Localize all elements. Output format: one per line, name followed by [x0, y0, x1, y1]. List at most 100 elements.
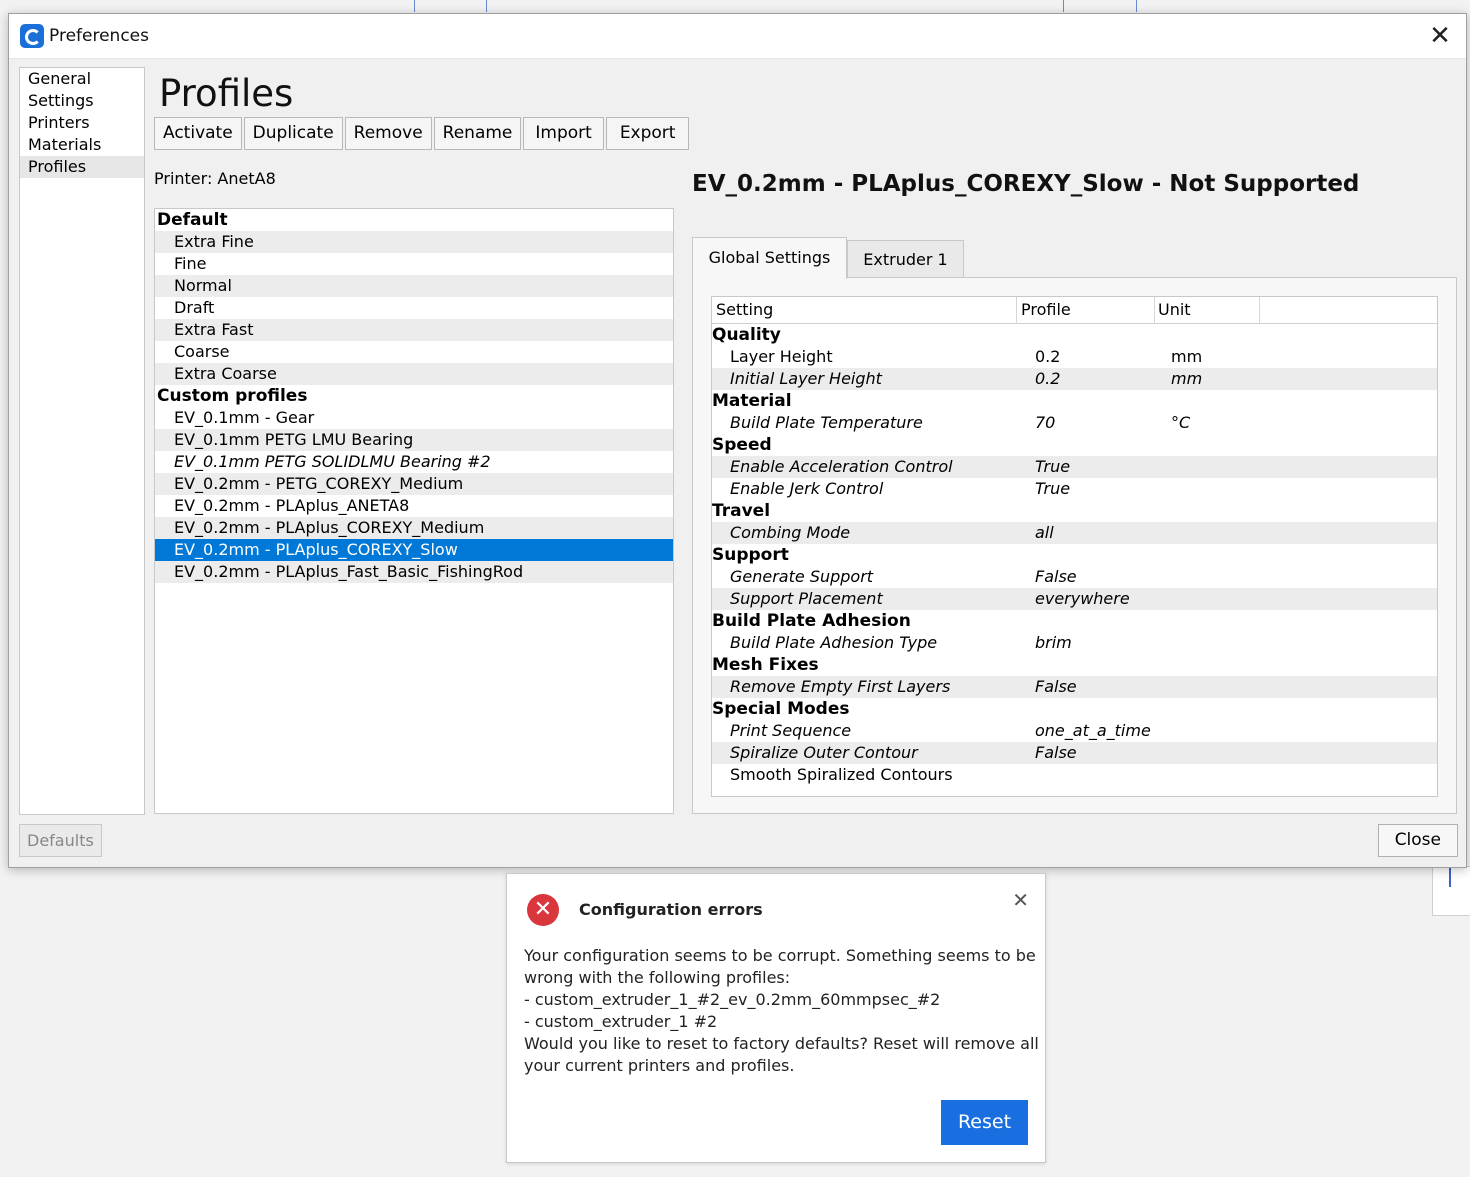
settings-category: Support — [712, 545, 789, 565]
background-window-edge — [1063, 0, 1064, 12]
tab-global-settings[interactable]: Global Settings — [692, 237, 847, 279]
settings-row: Remove Empty First Layers False — [712, 676, 1437, 698]
nav-item-materials[interactable]: Materials — [20, 134, 144, 156]
profile-item[interactable]: EV_0.1mm PETG SOLIDLMU Bearing #2 — [155, 451, 673, 473]
import-button[interactable]: Import — [523, 117, 604, 150]
profile-item[interactable]: EV_0.2mm - PLAplus_ANETA8 — [155, 495, 673, 517]
profile-item[interactable]: EV_0.1mm - Gear — [155, 407, 673, 429]
remove-button[interactable]: Remove — [344, 117, 432, 150]
background-window-fragment — [1432, 866, 1470, 916]
defaults-button[interactable]: Defaults — [19, 824, 102, 857]
setting-value: False — [1035, 677, 1077, 696]
preferences-window: Preferences ✕ General Settings Printers … — [8, 13, 1467, 868]
profile-item[interactable]: Extra Coarse — [155, 363, 673, 385]
message-line: - custom_extruder_1_#2_ev_0.2mm_60mmpsec… — [524, 990, 941, 1009]
settings-row: Print Sequence one_at_a_time — [712, 720, 1437, 742]
setting-value: True — [1035, 457, 1071, 476]
profile-group-default: Default — [157, 210, 228, 230]
setting-name: Print Sequence — [730, 721, 852, 740]
column-header-setting[interactable]: Setting — [712, 297, 1017, 323]
dialog-message: Your configuration seems to be corrupt. … — [524, 945, 1039, 1077]
close-icon[interactable]: ✕ — [1426, 22, 1454, 50]
settings-row: Smooth Spiralized Contours — [712, 764, 1437, 786]
profile-item[interactable]: Fine — [155, 253, 673, 275]
setting-value: False — [1035, 743, 1077, 762]
setting-name: Build Plate Adhesion Type — [730, 633, 938, 652]
cura-app-icon — [20, 24, 44, 48]
setting-name: Enable Jerk Control — [730, 479, 884, 498]
close-button[interactable]: Close — [1377, 824, 1458, 857]
settings-category: Special Modes — [712, 699, 850, 719]
export-button[interactable]: Export — [605, 117, 690, 150]
settings-row: Build Plate Temperature 70 °C — [712, 412, 1437, 434]
activate-button[interactable]: Activate — [154, 117, 242, 150]
setting-name: Enable Acceleration Control — [730, 457, 953, 476]
setting-value: one_at_a_time — [1035, 721, 1151, 740]
settings-row: Initial Layer Height 0.2 mm — [712, 368, 1437, 390]
profile-item[interactable]: Coarse — [155, 341, 673, 363]
table-header: Setting Profile Unit — [712, 297, 1437, 324]
background-window-edge — [486, 0, 487, 12]
message-line: wrong with the following profiles: — [524, 968, 791, 987]
setting-name: Build Plate Temperature — [730, 413, 923, 432]
message-line: Your configuration seems to be corrupt. … — [524, 946, 1036, 965]
table-body: Quality Layer Height 0.2 mm Initial Layer He… — [712, 324, 1437, 786]
profile-item[interactable]: EV_0.2mm - PETG_COREXY_Medium — [155, 473, 673, 495]
profile-item[interactable]: EV_0.1mm PETG LMU Bearing — [155, 429, 673, 451]
preferences-nav: General Settings Printers Materials Prof… — [19, 67, 145, 815]
message-line: - custom_extruder_1 #2 — [524, 1012, 718, 1031]
setting-unit: °C — [1171, 413, 1191, 432]
nav-item-printers[interactable]: Printers — [20, 112, 144, 134]
settings-table: Setting Profile Unit Quality Layer Height… — [711, 296, 1438, 797]
dialog-title: Configuration errors — [579, 900, 763, 919]
configuration-error-dialog: ✕ Configuration errors ✕ Your configurat… — [506, 873, 1046, 1163]
settings-row: Enable Jerk Control True — [712, 478, 1437, 500]
setting-value: True — [1035, 479, 1071, 498]
setting-value: all — [1035, 523, 1054, 542]
profile-item[interactable]: Normal — [155, 275, 673, 297]
nav-item-settings[interactable]: Settings — [20, 90, 144, 112]
background-window-edge — [414, 0, 415, 12]
settings-row: Enable Acceleration Control True — [712, 456, 1437, 478]
profile-item[interactable]: Extra Fast — [155, 319, 673, 341]
profile-item[interactable]: EV_0.2mm - PLAplus_COREXY_Medium — [155, 517, 673, 539]
setting-name: Initial Layer Height — [730, 369, 882, 388]
profile-title: EV_0.2mm - PLAplus_COREXY_Slow - Not Sup… — [692, 171, 1360, 197]
settings-row: Support Placement everywhere — [712, 588, 1437, 610]
rename-button[interactable]: Rename — [433, 117, 522, 150]
profile-toolbar: Activate Duplicate Remove Rename Import … — [154, 117, 691, 150]
settings-category: Quality — [712, 325, 781, 345]
setting-name: Layer Height — [730, 347, 833, 366]
message-line: Would you like to reset to factory defau… — [524, 1034, 1039, 1053]
profile-item-selected[interactable]: EV_0.2mm - PLAplus_COREXY_Slow — [155, 539, 673, 561]
column-header-profile[interactable]: Profile — [1017, 297, 1155, 323]
profile-item[interactable]: Extra Fine — [155, 231, 673, 253]
reset-button[interactable]: Reset — [941, 1100, 1028, 1145]
duplicate-button[interactable]: Duplicate — [243, 117, 343, 150]
settings-category: Material — [712, 391, 792, 411]
setting-value: everywhere — [1035, 589, 1130, 608]
settings-row: Build Plate Adhesion Type brim — [712, 632, 1437, 654]
settings-category: Travel — [712, 501, 771, 521]
column-header-unit[interactable]: Unit — [1154, 297, 1260, 323]
profile-group-custom: Custom profiles — [157, 386, 308, 406]
nav-item-general[interactable]: General — [20, 68, 144, 90]
settings-category: Build Plate Adhesion — [712, 611, 911, 631]
profile-item[interactable]: Draft — [155, 297, 673, 319]
error-icon: ✕ — [527, 894, 559, 926]
setting-value: 0.2 — [1035, 347, 1061, 366]
setting-value: brim — [1035, 633, 1072, 652]
close-icon[interactable]: ✕ — [1012, 888, 1029, 912]
settings-row: Spiralize Outer Contour False — [712, 742, 1437, 764]
setting-value: False — [1035, 567, 1077, 586]
settings-row: Layer Height 0.2 mm — [712, 346, 1437, 368]
profile-item[interactable]: EV_0.2mm - PLAplus_Fast_Basic_FishingRod — [155, 561, 673, 583]
setting-name: Combing Mode — [730, 523, 851, 542]
profile-list[interactable]: Default Extra Fine Fine Normal Draft Ext… — [154, 208, 674, 814]
setting-name: Support Placement — [730, 589, 883, 608]
settings-row: Combing Mode all — [712, 522, 1437, 544]
tab-extruder-1[interactable]: Extruder 1 — [847, 240, 964, 278]
nav-item-profiles[interactable]: Profiles — [20, 156, 144, 178]
title-bar: Preferences ✕ — [9, 14, 1466, 59]
message-line: your current printers and profiles. — [524, 1056, 795, 1075]
